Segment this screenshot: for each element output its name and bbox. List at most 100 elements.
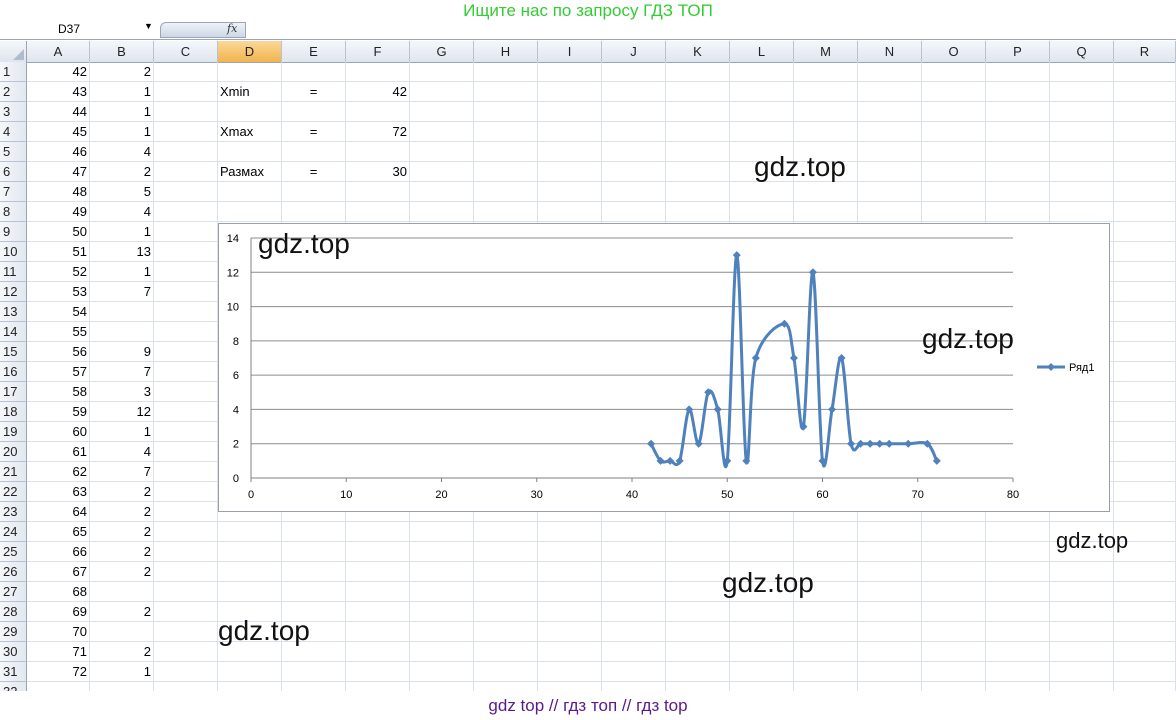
stat-equals[interactable]: = [282, 122, 346, 142]
cell[interactable] [666, 642, 730, 662]
row-header[interactable]: 6 [0, 162, 27, 182]
cell-b[interactable]: 12 [90, 402, 154, 422]
cell[interactable] [154, 502, 218, 522]
cell[interactable] [666, 602, 730, 622]
stat-equals[interactable]: = [282, 162, 346, 182]
cell[interactable] [602, 642, 666, 662]
cell-b[interactable]: 7 [90, 462, 154, 482]
cell[interactable] [730, 642, 794, 662]
cell[interactable] [1050, 202, 1114, 222]
column-header-n[interactable]: N [858, 41, 922, 62]
cell[interactable] [602, 682, 666, 691]
cell-b[interactable]: 1 [90, 122, 154, 142]
row-header[interactable]: 16 [0, 362, 27, 382]
stat-label[interactable]: Xmin [218, 82, 282, 102]
cell[interactable] [218, 182, 282, 202]
cell[interactable] [410, 622, 474, 642]
cell-b[interactable]: 4 [90, 202, 154, 222]
cell[interactable] [986, 602, 1050, 622]
cell[interactable] [474, 542, 538, 562]
cell[interactable] [922, 562, 986, 582]
cell[interactable] [986, 182, 1050, 202]
cell[interactable] [154, 82, 218, 102]
cell[interactable] [154, 522, 218, 542]
cell[interactable] [986, 62, 1050, 82]
cell[interactable] [1114, 102, 1176, 122]
column-header-a[interactable]: A [27, 41, 90, 62]
column-header-p[interactable]: P [986, 41, 1050, 62]
cell-a[interactable]: 48 [27, 182, 90, 202]
cell[interactable] [858, 202, 922, 222]
cell-a[interactable]: 60 [27, 422, 90, 442]
cell[interactable] [474, 582, 538, 602]
cell[interactable] [538, 202, 602, 222]
cell[interactable] [730, 682, 794, 691]
cell[interactable] [474, 122, 538, 142]
row-header[interactable]: 2 [0, 82, 27, 102]
cell[interactable] [218, 142, 282, 162]
cell[interactable] [794, 522, 858, 542]
cell[interactable] [666, 562, 730, 582]
cell[interactable] [154, 562, 218, 582]
row-header[interactable]: 13 [0, 302, 27, 322]
cell-a[interactable]: 55 [27, 322, 90, 342]
cell[interactable] [1114, 242, 1176, 262]
cell-a[interactable]: 43 [27, 82, 90, 102]
cell[interactable] [154, 202, 218, 222]
column-header-g[interactable]: G [410, 41, 474, 62]
cell[interactable] [346, 582, 410, 602]
cell[interactable] [602, 142, 666, 162]
cell[interactable] [1114, 262, 1176, 282]
row-header[interactable]: 10 [0, 242, 27, 262]
cell[interactable] [154, 322, 218, 342]
cell[interactable] [346, 602, 410, 622]
cell[interactable] [858, 642, 922, 662]
cell[interactable] [154, 482, 218, 502]
cell[interactable] [602, 602, 666, 622]
cell-a[interactable]: 68 [27, 582, 90, 602]
cell[interactable] [666, 582, 730, 602]
cell[interactable] [602, 102, 666, 122]
cell[interactable] [922, 162, 986, 182]
cell-a[interactable] [27, 682, 90, 691]
row-header[interactable]: 20 [0, 442, 27, 462]
cell-a[interactable]: 63 [27, 482, 90, 502]
cell[interactable] [1050, 682, 1114, 691]
row-header[interactable]: 17 [0, 382, 27, 402]
cell[interactable] [218, 662, 282, 682]
cell[interactable] [1114, 462, 1176, 482]
cell[interactable] [986, 82, 1050, 102]
row-header[interactable]: 5 [0, 142, 27, 162]
cell[interactable] [986, 642, 1050, 662]
cell-b[interactable]: 2 [90, 602, 154, 622]
cell[interactable] [1114, 162, 1176, 182]
row-header[interactable]: 30 [0, 642, 27, 662]
cell[interactable] [154, 442, 218, 462]
stat-label[interactable]: Xmax [218, 122, 282, 142]
cell[interactable] [602, 62, 666, 82]
cell[interactable] [986, 522, 1050, 542]
cell[interactable] [538, 682, 602, 691]
cell[interactable] [986, 682, 1050, 691]
cell-a[interactable]: 61 [27, 442, 90, 462]
cell[interactable] [538, 642, 602, 662]
cell[interactable] [858, 582, 922, 602]
cell[interactable] [730, 662, 794, 682]
cell[interactable] [282, 142, 346, 162]
cell[interactable] [922, 62, 986, 82]
cell[interactable] [1114, 442, 1176, 462]
cell-b[interactable]: 1 [90, 662, 154, 682]
cell[interactable] [858, 562, 922, 582]
cell[interactable] [154, 682, 218, 691]
row-header[interactable]: 22 [0, 482, 27, 502]
cell[interactable] [858, 122, 922, 142]
cell[interactable] [282, 562, 346, 582]
cell[interactable] [1050, 102, 1114, 122]
row-header[interactable]: 27 [0, 582, 27, 602]
cell[interactable] [154, 302, 218, 322]
cell-a[interactable]: 46 [27, 142, 90, 162]
cell-a[interactable]: 70 [27, 622, 90, 642]
cell[interactable] [794, 202, 858, 222]
column-header-c[interactable]: C [154, 41, 218, 62]
cell[interactable] [1050, 182, 1114, 202]
